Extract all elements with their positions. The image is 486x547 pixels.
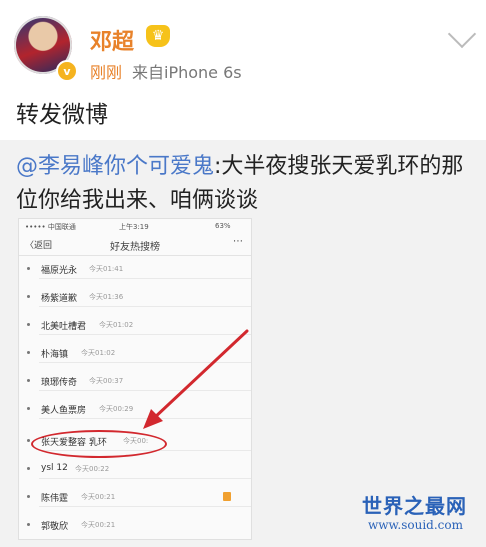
watermark-url: www.souid.com	[368, 518, 463, 532]
quoted-post-text: @李易峰你个可爱鬼:大半夜搜张天爱乳环的那位你给我出来、咱俩谈谈	[16, 150, 476, 218]
watermark-title: 世界之最网	[362, 494, 467, 518]
verified-badge-icon: v	[56, 60, 78, 82]
mention-link[interactable]: @李易峰你个可爱鬼	[16, 154, 214, 179]
quoted-post[interactable]: @李易峰你个可爱鬼:大半夜搜张天爱乳环的那位你给我出来、咱俩谈谈 ••••• 中…	[0, 140, 486, 547]
repost-text: 转发微博	[16, 102, 108, 128]
member-crown-icon: ♛	[146, 25, 170, 47]
post-source: 来自iPhone 6s	[132, 63, 242, 82]
author-name[interactable]: 邓超	[90, 24, 134, 56]
annotation-arrow-icon	[143, 329, 249, 429]
post-meta: 刚刚 来自iPhone 6s	[90, 59, 242, 83]
post-time: 刚刚	[90, 63, 123, 82]
embedded-screenshot[interactable]: ••••• 中国联通 上午3:19 63% 好友热搜榜 〈返回 ⋯ 福原光永 今天…	[18, 218, 252, 540]
chevron-down-icon[interactable]	[447, 19, 477, 49]
